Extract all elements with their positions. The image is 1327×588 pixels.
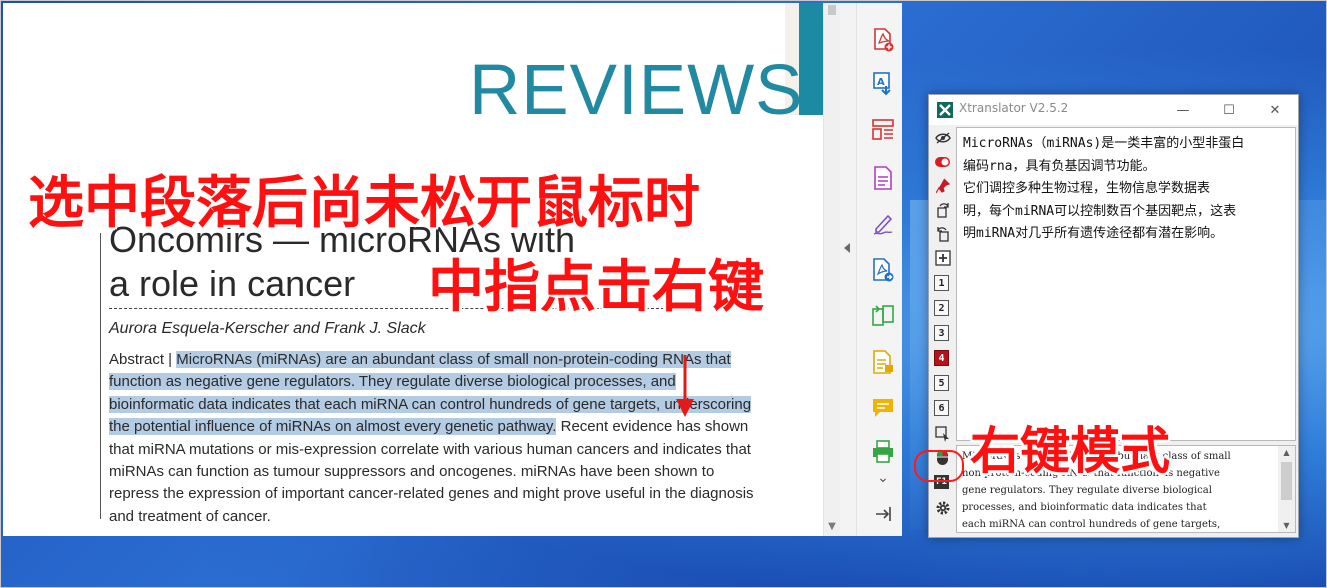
authors-line: Aurora Esquela-Kerscher and Frank J. Sla… bbox=[109, 320, 426, 337]
translation-line: 明miRNA对几乎所有遗传途径都有潜在影响。 bbox=[963, 226, 1224, 242]
panel-collapse-strip[interactable] bbox=[840, 3, 856, 536]
layout-icon[interactable] bbox=[870, 117, 896, 143]
margin-rule bbox=[100, 233, 101, 519]
note-page-icon[interactable] bbox=[870, 349, 896, 375]
exit-arrow-icon[interactable] bbox=[870, 501, 896, 527]
engine-4-button-active[interactable]: 4 bbox=[934, 350, 949, 366]
minimize-button[interactable]: — bbox=[1160, 95, 1206, 125]
tool-rail: A ⌄ bbox=[856, 3, 902, 536]
abstract-paragraph[interactable]: Abstract | MicroRNAs (miRNAs) are an abu… bbox=[109, 349, 759, 528]
screenshot-cursor-icon[interactable] bbox=[934, 425, 951, 442]
pdf-convert-icon[interactable] bbox=[870, 257, 896, 283]
maximize-button[interactable]: ☐ bbox=[1206, 95, 1252, 125]
input-scroll-down[interactable]: ▼ bbox=[1278, 521, 1295, 530]
engine-6-button[interactable]: 6 bbox=[934, 400, 949, 416]
scroll-thumb[interactable] bbox=[828, 5, 836, 15]
input-scrollbar[interactable]: ▲ ▼ bbox=[1278, 446, 1295, 532]
document-scrollbar[interactable]: ▲ ▼ bbox=[823, 3, 840, 536]
annotation-mode-label: 右键模式 bbox=[970, 422, 1170, 480]
translation-output[interactable]: MicroRNAs（miRNAs)是一类丰富的小型非蛋白 编码rna，具有负基因… bbox=[956, 127, 1296, 441]
translation-text: MicroRNAs（miRNAs)是一类丰富的小型非蛋白 编码rna，具有负基因… bbox=[963, 133, 1291, 246]
sign-icon[interactable] bbox=[870, 211, 896, 237]
compare-icon[interactable] bbox=[870, 303, 896, 329]
comment-icon[interactable] bbox=[870, 395, 896, 421]
engine-1-button[interactable]: 1 bbox=[934, 275, 949, 291]
input-scroll-thumb[interactable] bbox=[1281, 462, 1292, 500]
source-line: processes, and bioinformatic data indica… bbox=[962, 502, 1207, 513]
pdf-add-icon[interactable] bbox=[870, 27, 896, 53]
pdf-text-icon[interactable] bbox=[870, 165, 896, 191]
annotation-line-2: 中指点击右键 bbox=[428, 255, 764, 320]
source-line: each miRNA can control hundreds of gene … bbox=[962, 519, 1221, 530]
add-icon[interactable] bbox=[934, 249, 951, 266]
input-scroll-up[interactable]: ▲ bbox=[1278, 448, 1295, 457]
pin-icon[interactable] bbox=[934, 177, 951, 194]
window-title: Xtranslator V2.5.2 bbox=[959, 101, 1069, 115]
rotate-right-icon[interactable] bbox=[934, 201, 951, 218]
engine-2-button[interactable]: 2 bbox=[934, 300, 949, 316]
record-toggle-icon[interactable] bbox=[934, 153, 951, 170]
close-button[interactable]: ✕ bbox=[1252, 95, 1298, 125]
translate-page-icon[interactable]: A bbox=[870, 71, 896, 97]
translation-line: MicroRNAs（miRNAs)是一类丰富的小型非蛋白 bbox=[963, 136, 1245, 151]
mouse-mode-highlight-ring bbox=[914, 450, 964, 482]
eye-hidden-icon[interactable] bbox=[934, 129, 951, 146]
translation-line: 编码rna，具有负基因调节功能。 bbox=[963, 158, 1156, 174]
translation-line: 明，每个miRNA可以控制数百个基因靶点，这表 bbox=[963, 203, 1237, 219]
print-icon[interactable] bbox=[870, 439, 896, 465]
section-label: REVIEWS bbox=[469, 51, 804, 130]
chevron-down-icon[interactable]: ⌄ bbox=[870, 465, 896, 491]
engine-5-button[interactable]: 5 bbox=[934, 375, 949, 391]
settings-gear-icon[interactable] bbox=[934, 499, 951, 516]
translation-line: 它们调控多种生物过程，生物信息学数据表 bbox=[963, 181, 1211, 197]
scroll-down-button[interactable]: ▼ bbox=[824, 520, 840, 534]
engine-3-button[interactable]: 3 bbox=[934, 325, 949, 341]
annotation-line-1: 选中段落后尚未松开鼠标时 bbox=[28, 171, 700, 236]
xtranslator-logo-icon bbox=[937, 102, 953, 118]
abstract-label: Abstract | bbox=[109, 351, 177, 368]
rotate-left-icon[interactable] bbox=[934, 225, 951, 242]
svg-text:A: A bbox=[877, 77, 885, 88]
arrow-down-icon bbox=[676, 355, 694, 417]
collapse-arrow-icon[interactable] bbox=[844, 243, 850, 253]
title-bar[interactable]: Xtranslator V2.5.2 — ☐ ✕ bbox=[929, 95, 1298, 125]
